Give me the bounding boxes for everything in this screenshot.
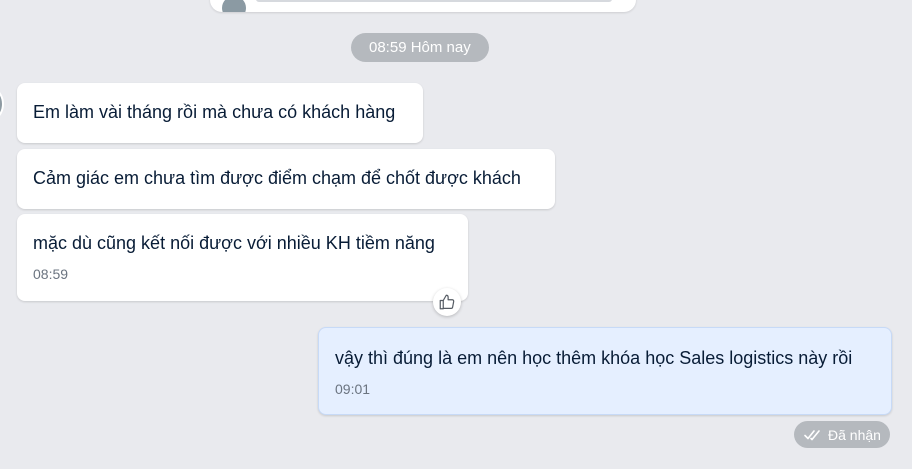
previous-message-card xyxy=(210,0,636,12)
message-text: Em làm vài tháng rồi mà chưa có khách hà… xyxy=(33,102,396,122)
delivery-status-badge: Đã nhận xyxy=(794,421,890,448)
thumbs-up-icon xyxy=(439,294,455,310)
react-like-button[interactable] xyxy=(433,288,461,316)
double-check-icon xyxy=(804,430,820,441)
message-timestamp: 08:59 xyxy=(33,266,69,282)
outgoing-message[interactable]: vậy thì đúng là em nên học thêm khóa học… xyxy=(318,327,892,415)
message-text: vậy thì đúng là em nên học thêm khóa học… xyxy=(335,348,853,368)
incoming-message[interactable]: Em làm vài tháng rồi mà chưa có khách hà… xyxy=(17,83,423,143)
message-text: Cảm giác em chưa tìm được điểm chạm để c… xyxy=(33,168,521,188)
date-divider: 08:59 Hôm nay xyxy=(351,33,489,62)
delivery-status-label: Đã nhận xyxy=(828,426,881,443)
incoming-message[interactable]: Cảm giác em chưa tìm được điểm chạm để c… xyxy=(17,149,555,209)
incoming-message[interactable]: mặc dù cũng kết nối được với nhiều KH ti… xyxy=(17,214,468,301)
clipped-message-preview xyxy=(256,0,612,2)
message-timestamp: 09:01 xyxy=(335,381,371,397)
message-text: mặc dù cũng kết nối được với nhiều KH ti… xyxy=(33,233,435,253)
contact-avatar[interactable] xyxy=(0,84,4,124)
sender-avatar xyxy=(222,0,246,12)
